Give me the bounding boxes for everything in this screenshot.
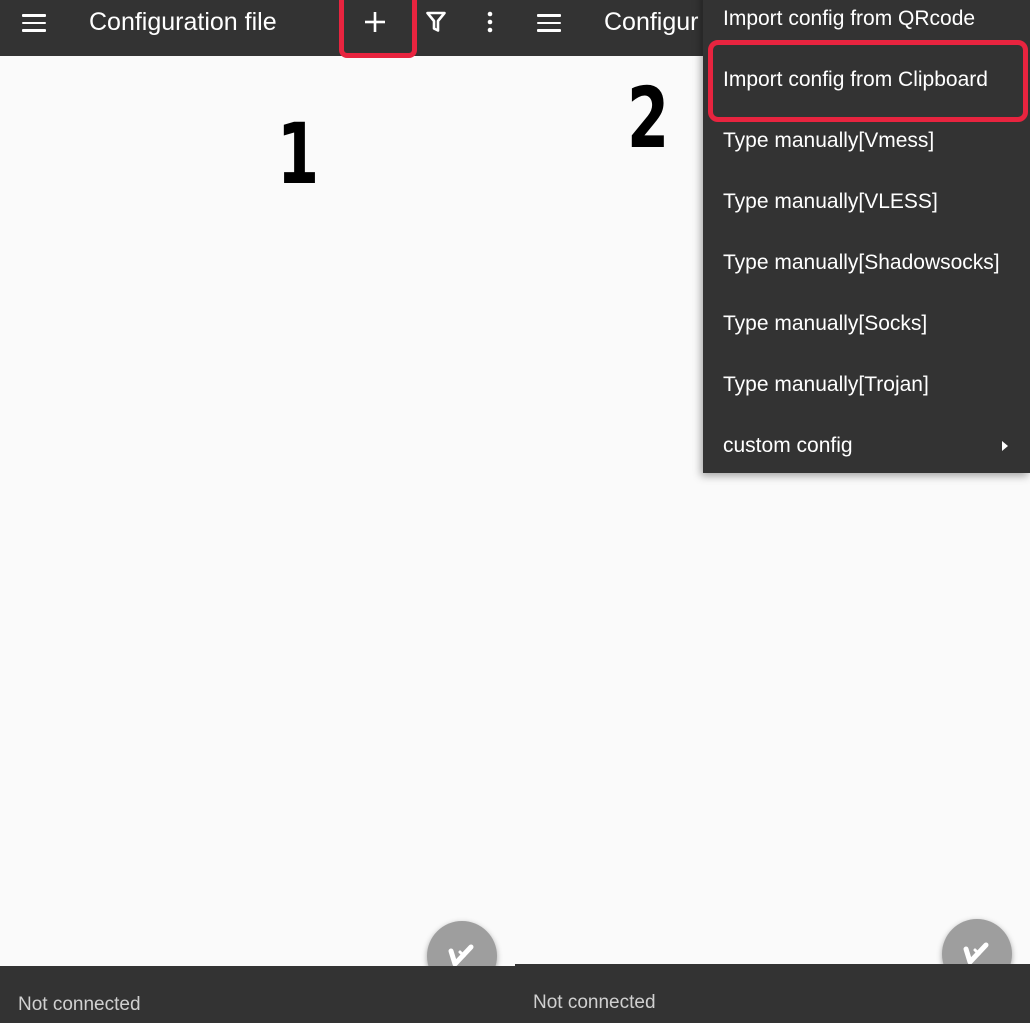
- status-bar[interactable]: Not connected: [0, 966, 515, 1023]
- menu-item-custom-config[interactable]: custom config: [703, 415, 1030, 476]
- connection-status: Not connected: [18, 994, 141, 1015]
- menu-item-type-socks[interactable]: Type manually[Socks]: [703, 293, 1030, 354]
- connection-status: Not connected: [533, 992, 656, 1013]
- highlight-import-clipboard: [708, 40, 1028, 122]
- step-number: 2: [627, 69, 670, 167]
- app-toolbar: Configuration file: [0, 0, 515, 56]
- step-number: 1: [277, 105, 320, 203]
- status-bar[interactable]: Not connected: [515, 964, 1030, 1023]
- hamburger-menu-icon[interactable]: [529, 6, 569, 40]
- highlight-add-button: [339, 0, 417, 58]
- menu-item-type-vless[interactable]: Type manually[VLESS]: [703, 171, 1030, 232]
- filter-icon: [426, 11, 446, 32]
- toolbar-title: Configur: [604, 8, 699, 36]
- hamburger-menu-icon[interactable]: [14, 6, 54, 40]
- more-options-button[interactable]: [472, 0, 508, 44]
- menu-item-label: custom config: [723, 433, 853, 457]
- screen-step-2: Configur 2 Import config from QRcode Imp…: [515, 0, 1030, 1023]
- filter-button[interactable]: [418, 0, 454, 44]
- toolbar-title: Configuration file: [89, 8, 277, 36]
- more-vert-icon: [487, 11, 493, 33]
- screen-step-1: Configuration file 1 Not connected: [0, 0, 515, 1023]
- chevron-right-icon: [1002, 441, 1008, 451]
- menu-item-type-shadowsocks[interactable]: Type manually[Shadowsocks]: [703, 232, 1030, 293]
- menu-item-type-trojan[interactable]: Type manually[Trojan]: [703, 354, 1030, 415]
